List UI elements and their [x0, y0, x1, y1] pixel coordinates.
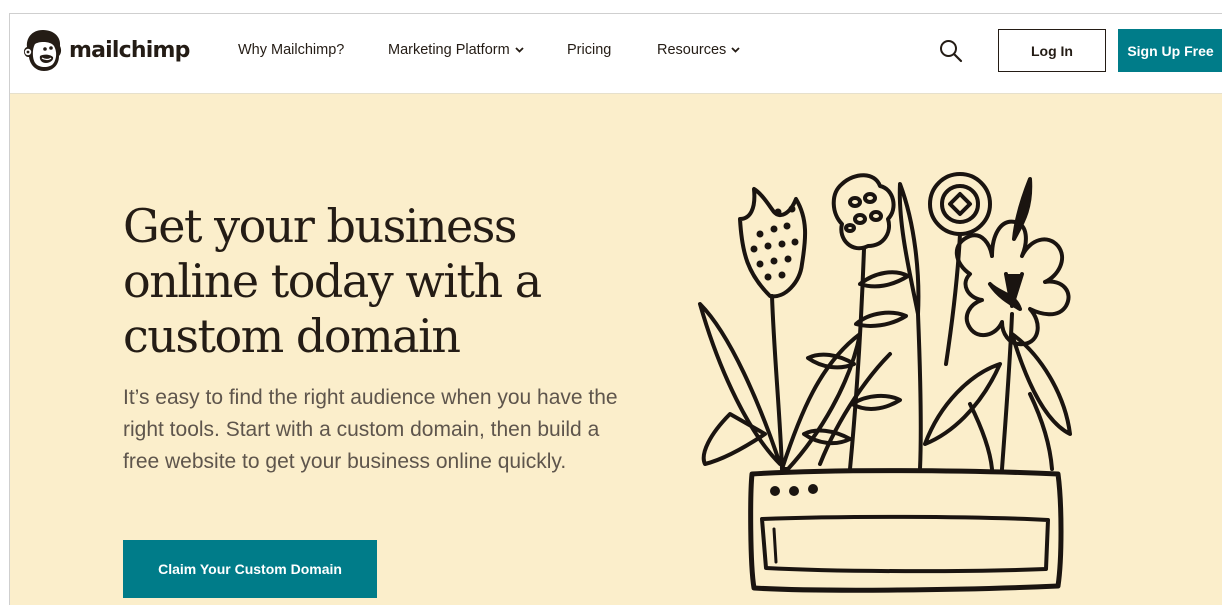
login-button[interactable]: Log In: [998, 29, 1106, 72]
signup-button[interactable]: Sign Up Free: [1118, 29, 1222, 72]
hero-title: Get your business online today with a cu…: [123, 199, 542, 363]
hero-section: Get your business online today with a cu…: [10, 94, 1222, 605]
site-header: mailchimp Why Mailchimp? Marketing Platf…: [10, 14, 1222, 94]
hero-description: It’s easy to find the right audience whe…: [123, 386, 618, 473]
nav-item-label: Why Mailchimp?: [238, 42, 345, 58]
nav-item-label: Pricing: [567, 42, 612, 58]
nav-item-label: Resources: [657, 42, 727, 58]
nav-item-label: Marketing Platform: [388, 42, 510, 58]
brand-wordmark: mailchimp: [69, 37, 190, 63]
freddie-logo-icon: [23, 30, 62, 71]
flower-pot-illustration: [698, 172, 1072, 593]
search-button[interactable]: [939, 39, 963, 63]
nav-resources[interactable]: Resources: [657, 42, 740, 58]
nav-pricing[interactable]: Pricing: [567, 42, 611, 58]
search-icon: [940, 40, 963, 63]
chevron-down-icon: [515, 47, 524, 53]
mailchimp-logo[interactable]: mailchimp: [21, 26, 190, 74]
nav-why-mailchimp[interactable]: Why Mailchimp?: [238, 42, 344, 58]
chevron-down-icon: [731, 47, 740, 53]
nav-marketing-platform[interactable]: Marketing Platform: [388, 42, 524, 58]
claim-domain-button[interactable]: Claim Your Custom Domain: [123, 540, 377, 598]
browser-viewport: mailchimp Why Mailchimp? Marketing Platf…: [9, 13, 1222, 605]
